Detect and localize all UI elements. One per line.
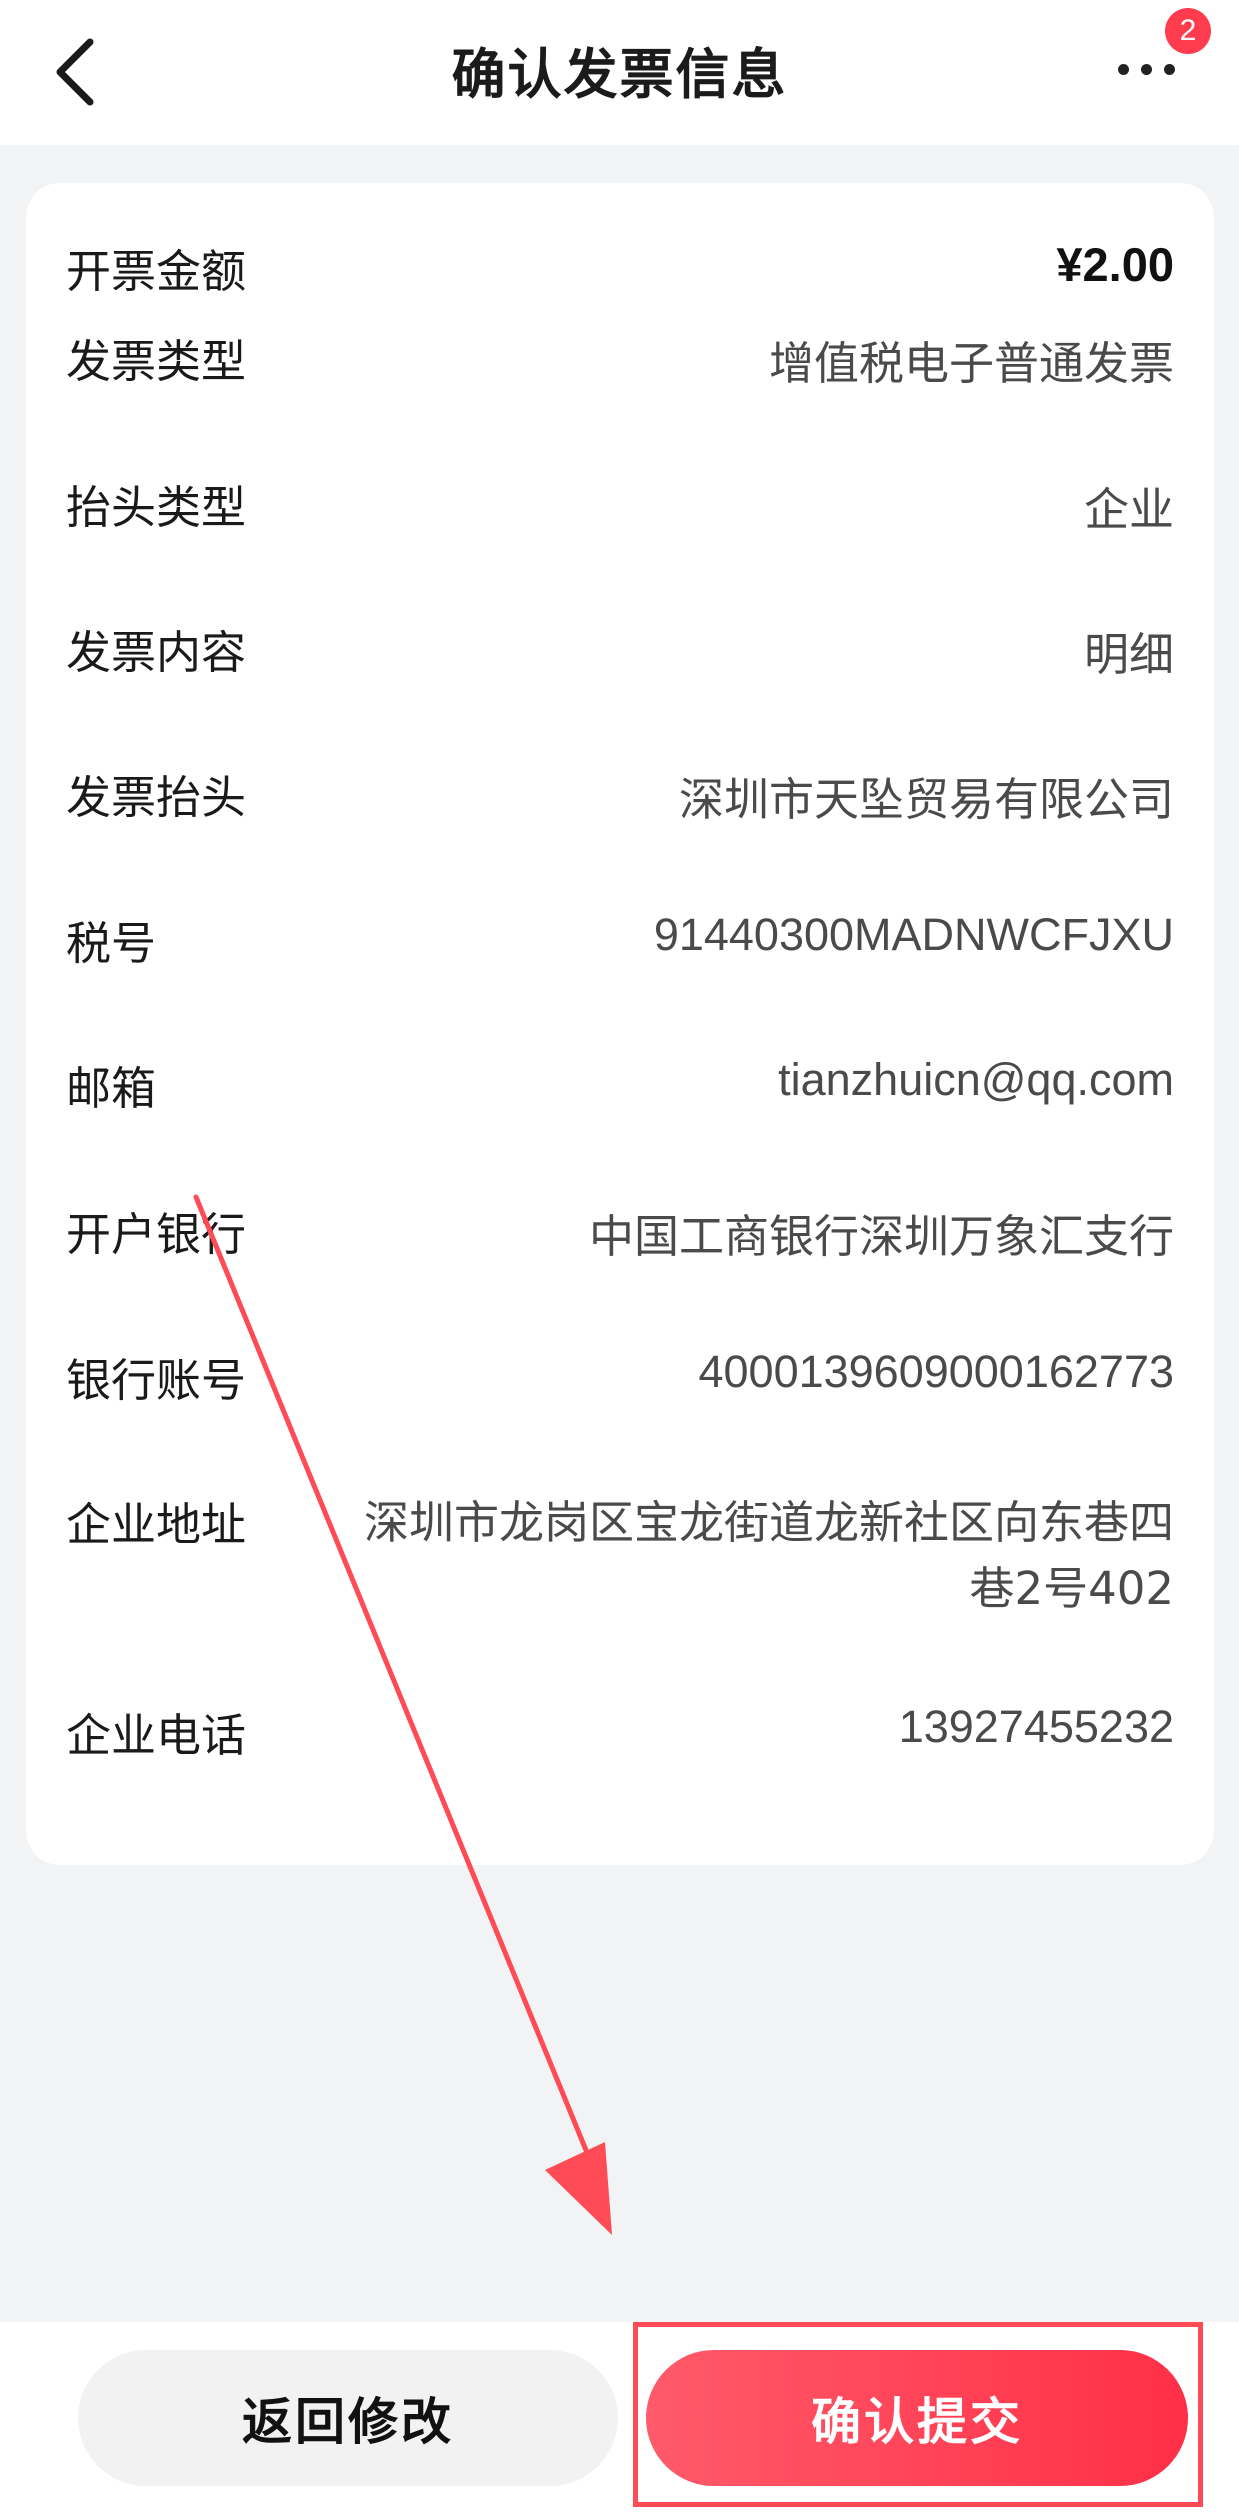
row-label: 企业地址 bbox=[66, 1498, 247, 1551]
row-value: 增值税电子普通发票 bbox=[768, 337, 1174, 390]
row-label: 开户银行 bbox=[66, 1208, 247, 1261]
row-label: 发票内容 bbox=[66, 626, 247, 679]
row-value: 深圳市天坠贸易有限公司 bbox=[678, 773, 1174, 826]
row-value: 深圳市龙岗区宝龙街道龙新社区向东巷四巷2号402 bbox=[363, 1496, 1174, 1615]
row-label: 企业电话 bbox=[66, 1709, 247, 1762]
row-label: 税号 bbox=[66, 917, 157, 970]
page-title: 确认发票信息 bbox=[451, 43, 788, 106]
row-value: 企业 bbox=[1083, 483, 1174, 536]
row-label: 发票抬头 bbox=[66, 771, 247, 824]
row-value: 明细 bbox=[1083, 628, 1174, 681]
annotation-highlight-box bbox=[633, 2322, 1203, 2507]
row-label: 邮箱 bbox=[66, 1062, 157, 1115]
row-value: 中国工商银行深圳万象汇支行 bbox=[588, 1210, 1174, 1263]
row-label: 抬头类型 bbox=[66, 481, 247, 534]
row-label: 发票类型 bbox=[66, 335, 247, 388]
back-to-edit-button[interactable]: 返回修改 bbox=[78, 2350, 618, 2486]
more-dots-icon bbox=[1118, 64, 1175, 75]
top-nav-bar: 确认发票信息 2 bbox=[0, 0, 1239, 145]
row-value: 13927455232 bbox=[898, 1701, 1174, 1752]
row-value: 91440300MADNWCFJXU bbox=[653, 909, 1174, 960]
row-value: ¥2.00 bbox=[1056, 238, 1174, 291]
row-label: 银行账号 bbox=[66, 1354, 247, 1407]
notification-badge: 2 bbox=[1165, 8, 1211, 54]
invoice-info-card: 开票金额 ¥2.00 发票类型 增值税电子普通发票 抬头类型 企业 发票内容 明… bbox=[26, 183, 1214, 1865]
bottom-action-bar: 返回修改 确认提交 bbox=[0, 2322, 1239, 2517]
row-label: 开票金额 bbox=[66, 245, 247, 298]
row-value: 4000139609000162773 bbox=[698, 1346, 1174, 1397]
more-menu-button[interactable]: 2 bbox=[1100, 8, 1220, 120]
row-value: tianzhuicn@qq.com bbox=[778, 1054, 1174, 1105]
